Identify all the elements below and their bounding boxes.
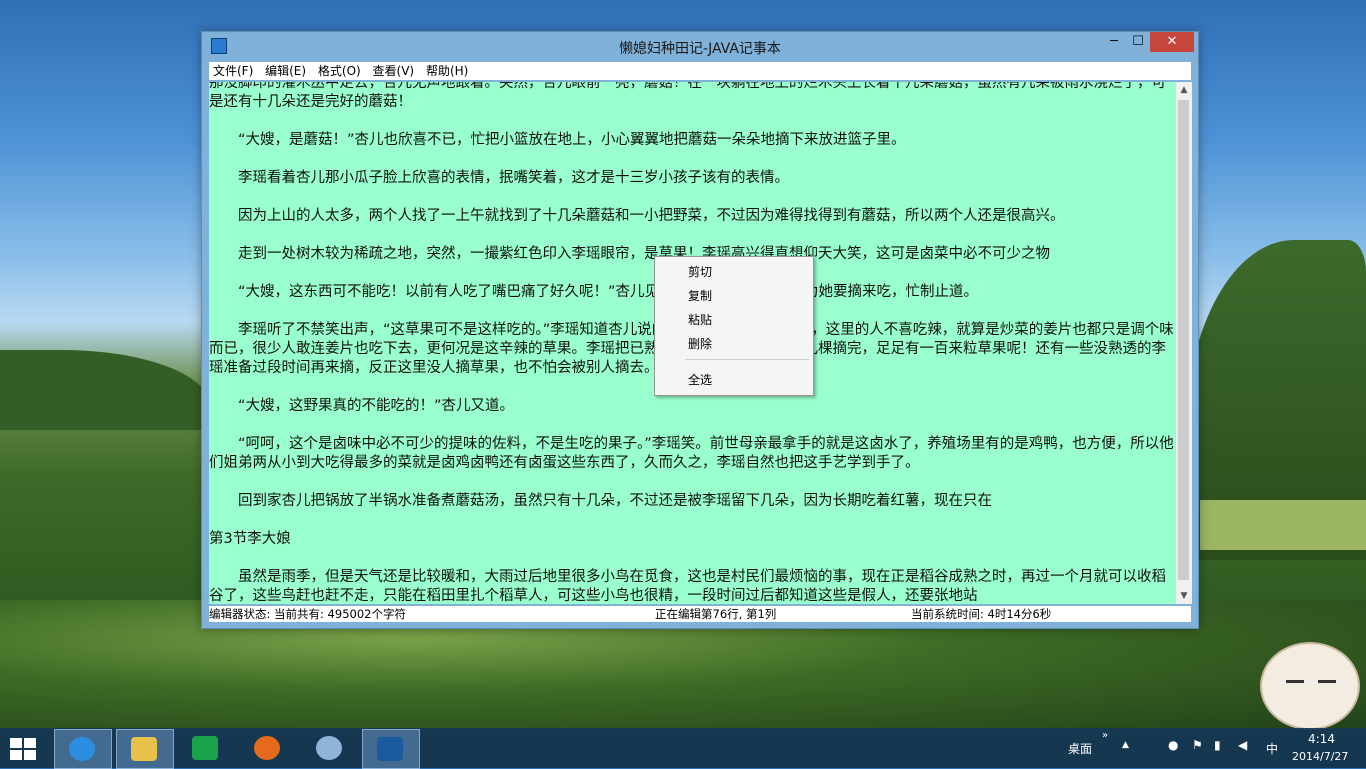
start-button[interactable] [10,738,36,760]
menu-file[interactable]: 文件(F) [209,62,257,80]
ie-icon [69,737,95,761]
vertical-scrollbar[interactable]: ▲ ▼ [1175,82,1192,604]
menu-bar: 文件(F) 编辑(E) 格式(O) 查看(V) 帮助(H) [209,62,1191,80]
mascot-eye [1318,680,1336,683]
action-center-icon[interactable]: ⚑ [1192,738,1203,752]
taskbar-store[interactable] [178,729,234,767]
editor-paragraph: 回到家杏儿把锅放了半锅水准备煮蘑菇汤，虽然只有十几朵，不过还是被李瑶留下几朵，因… [209,493,992,509]
editor-paragraph: “大嫂，这野果真的不能吃的！”杏儿又道。 [209,398,515,414]
mascot-widget[interactable] [1260,642,1360,730]
mascot-eye [1286,680,1304,683]
context-separator [685,359,809,360]
menu-view[interactable]: 查看(V) [369,62,419,80]
store-icon [192,736,218,760]
windows-logo-icon [24,738,36,748]
status-cursor-position: 正在编辑第76行, 第1列 [655,607,777,621]
network-icon[interactable]: ▮ [1214,738,1221,752]
window-title: 懒媳妇种田记-JAVA记事本 [619,41,781,57]
clock-time[interactable]: 4:14 [1308,732,1335,746]
status-system-time: 当前系统时间: 4时14分6秒 [911,607,1052,621]
desktop-toolbar-label[interactable]: 桌面 [1068,740,1092,757]
volume-icon[interactable]: ◀ [1238,738,1247,752]
editor-paragraph: 虽然是雨季，但是天气还是比较暖和，大雨过后地里很多小鸟在觅食，这也是村民们最烦恼… [209,569,1166,604]
editor-paragraph [209,226,1175,245]
editor-paragraph: 李瑶看着杏儿那小瓜子脸上欣喜的表情，抿嘴笑着，这才是十三岁小孩子该有的表情。 [209,170,789,186]
editor-paragraph [209,150,1175,169]
context-select-all[interactable]: 全选 [688,371,712,388]
ime-indicator[interactable]: 中 [1266,740,1278,757]
scroll-up-icon[interactable]: ▲ [1176,82,1192,98]
clock-date[interactable]: 2014/7/27 [1292,750,1348,763]
firefox-icon [254,736,280,760]
show-desktop-button[interactable] [1356,728,1366,768]
editor-paragraph [209,549,1175,568]
context-copy[interactable]: 复制 [688,287,712,304]
notepad-icon [377,737,403,761]
editor-paragraph [209,112,1175,131]
menu-edit[interactable]: 编辑(E) [261,62,310,80]
editor-paragraph: 因为上山的人太多，两个人找了一上午就找到了十几朵蘑菇和一小把野菜，不过因为难得找… [209,208,1065,224]
taskbar: 桌面 » ▲ ● ⚑ ▮ ◀ 中 4:14 2014/7/27 [0,728,1366,769]
taskbar-firefox[interactable] [240,729,296,767]
field [1200,500,1366,550]
editor-paragraph [209,473,1175,492]
windows-logo-icon [24,750,36,760]
qq-icon[interactable]: ● [1168,738,1178,752]
editor-paragraph: “呵呵，这个是卤味中必不可少的提味的佐料，不是生吃的果子。”李瑶笑。前世母亲最拿… [209,436,1174,471]
windows-logo-icon [10,738,22,748]
scroll-thumb[interactable] [1178,100,1189,580]
scroll-down-icon[interactable]: ▼ [1176,588,1192,604]
editor-paragraph [209,416,1175,435]
chrome-icon [316,736,342,760]
taskbar-chrome[interactable] [302,729,358,767]
editor-paragraph: 第3节李大娘 [209,531,291,547]
maximize-button[interactable]: ☐ [1124,32,1152,52]
status-bar: 编辑器状态: 当前共有: 495002个字符 正在编辑第76行, 第1列 当前系… [209,606,1191,622]
taskbar-file-explorer[interactable] [116,729,174,769]
editor-paragraph [209,188,1175,207]
status-char-count: 编辑器状态: 当前共有: 495002个字符 [209,607,406,621]
title-bar[interactable]: 懒媳妇种田记-JAVA记事本 ─ ☐ ✕ [202,32,1198,60]
taskbar-ie[interactable] [54,729,112,769]
menu-format[interactable]: 格式(O) [314,62,365,80]
tray-overflow-icon[interactable]: ▲ [1122,740,1129,750]
taskbar-notepad[interactable] [362,729,420,769]
editor-paragraph: “大嫂，是蘑菇！”杏儿也欣喜不已，忙把小篮放在地上，小心翼翼地把蘑菇一朵朵地摘下… [209,132,906,148]
toolbar-expand-icon[interactable]: » [1102,730,1108,741]
close-button[interactable]: ✕ [1150,32,1194,52]
hill [0,350,210,430]
editor-paragraph [209,511,1175,530]
editor-paragraph: 那没脚印的灌木丛中走去，杏儿无声地跟着。突然，杏儿眼前一亮，蘑菇！在一块躺在地上… [209,82,1166,110]
menu-help[interactable]: 帮助(H) [422,62,472,80]
context-delete[interactable]: 删除 [688,335,712,352]
context-cut[interactable]: 剪切 [688,263,712,280]
windows-logo-icon [10,750,22,760]
context-menu: 剪切 复制 粘贴 删除 全选 [654,256,814,396]
file-explorer-icon [131,737,157,761]
context-paste[interactable]: 粘贴 [688,311,712,328]
